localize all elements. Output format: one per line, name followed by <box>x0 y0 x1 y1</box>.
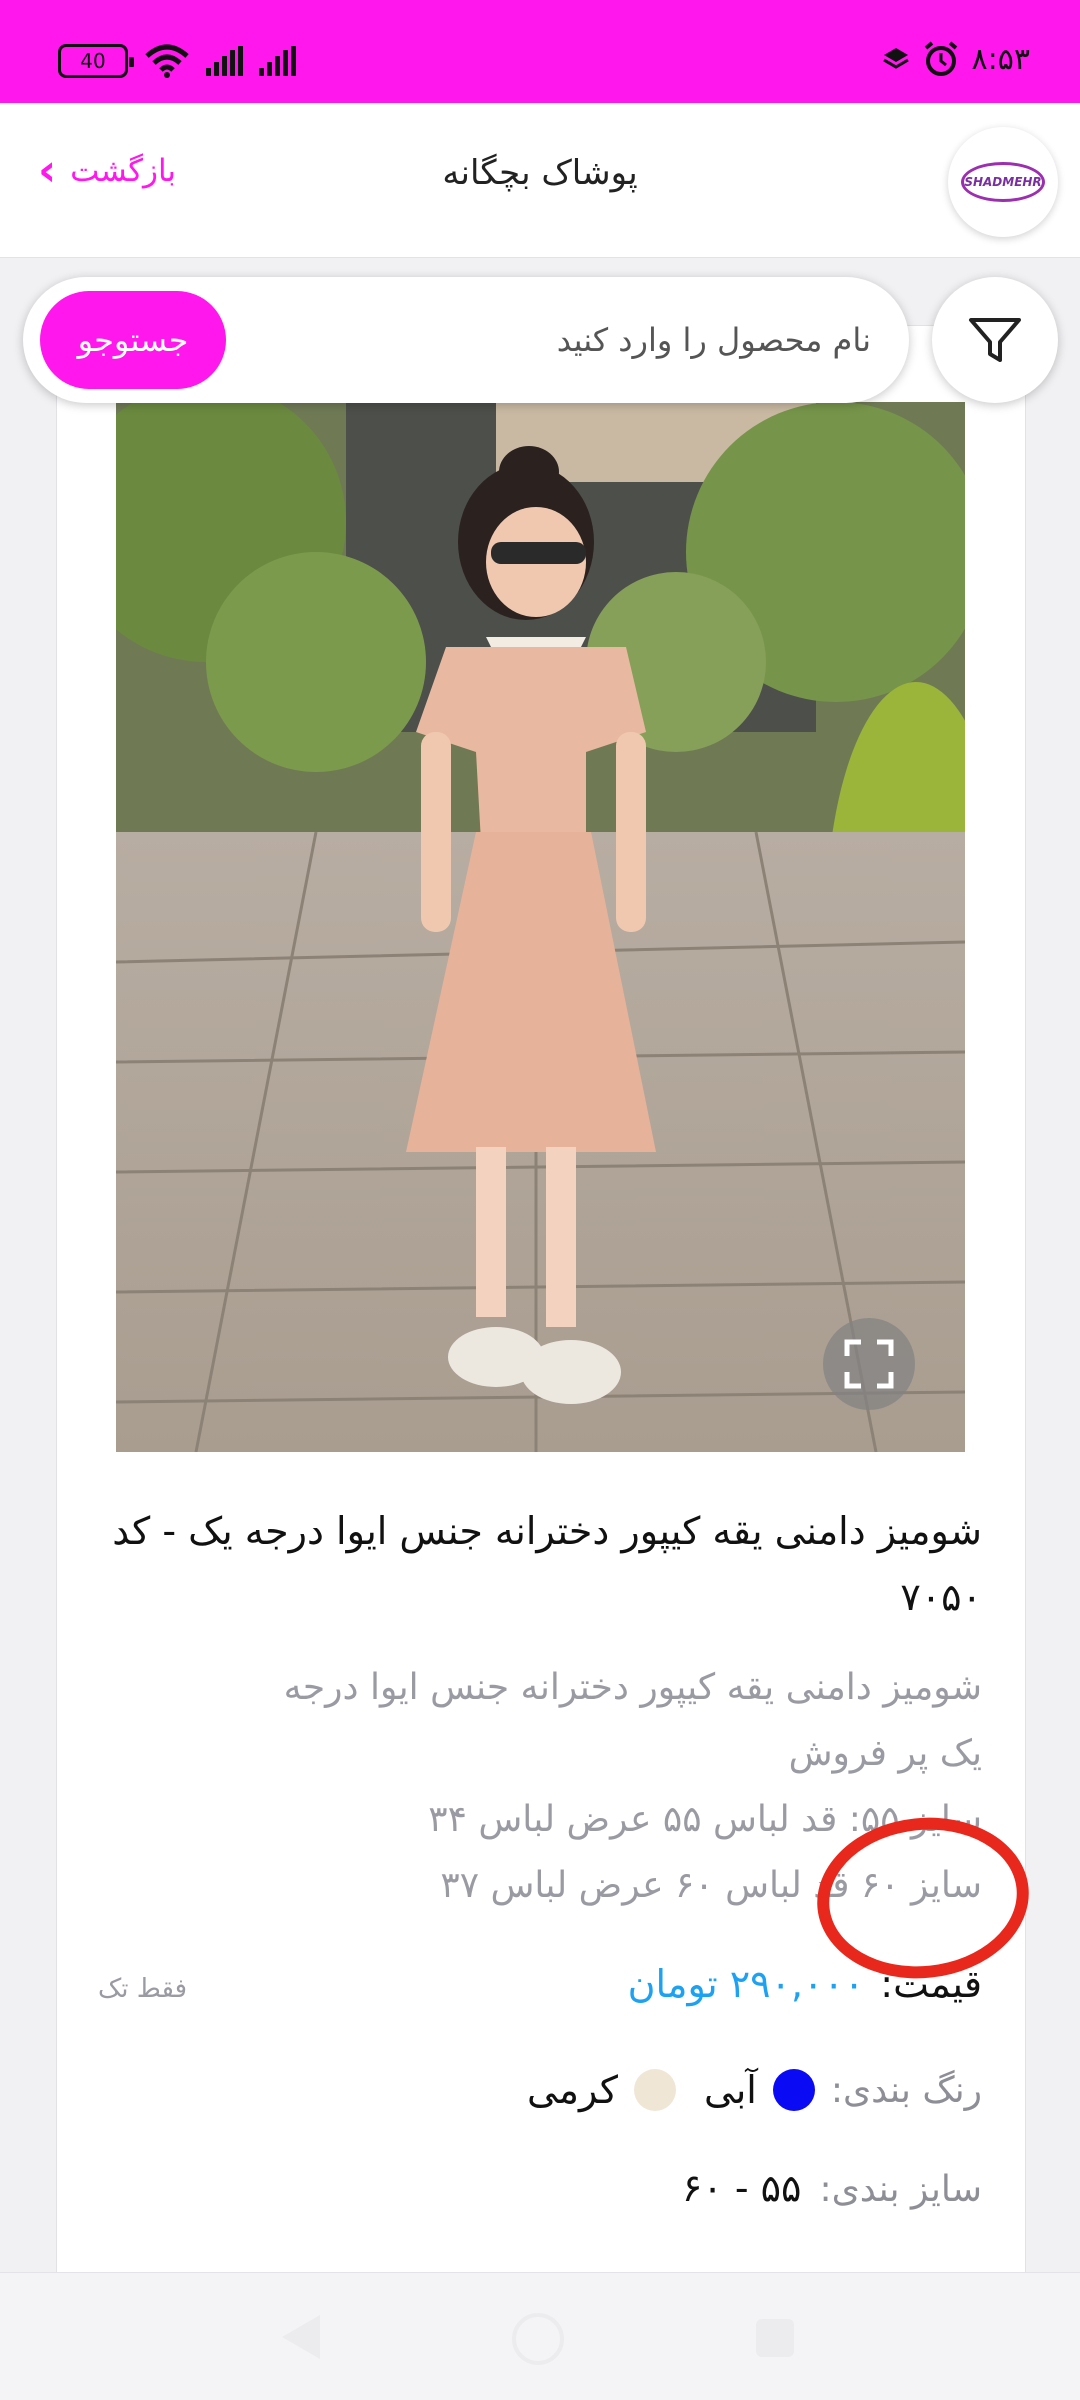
color-swatch-blue[interactable] <box>772 2069 815 2111</box>
color-options: رنگ بندی: آبی کرمی <box>515 2068 982 2112</box>
battery-icon: 40 <box>58 44 134 78</box>
search-button-label: جستوجو <box>77 321 189 359</box>
search-bar: جستوجو <box>23 277 909 403</box>
price-row: قیمت: ۲۹۰,۰۰۰ تومان <box>628 1962 982 2006</box>
wifi-icon <box>145 44 189 78</box>
price-label: قیمت: <box>880 1962 982 2006</box>
nav-recents-icon[interactable] <box>756 2319 794 2357</box>
chevron-left-icon: ‹ <box>38 145 57 196</box>
search-input[interactable] <box>271 277 871 403</box>
battery-level: 40 <box>80 49 106 73</box>
product-title: شومیز دامنی یقه کیپور دخترانه جنس ایوا د… <box>112 1509 982 1619</box>
description-line: شومیز دامنی یقه کیپور دخترانه جنس ایوا د… <box>283 1667 982 1708</box>
alarm-icon <box>924 41 957 76</box>
signal-icon <box>206 46 243 76</box>
nav-home-icon[interactable] <box>512 2313 564 2365</box>
back-label: بازگشت <box>70 153 177 189</box>
single-note: فقط تک <box>98 1974 188 2004</box>
fullscreen-icon <box>844 1339 894 1389</box>
back-button[interactable]: ‹ بازگشت <box>38 145 177 196</box>
clock: ۸:۵۳ <box>971 41 1030 77</box>
color-name-cream: کرمی <box>526 2068 619 2112</box>
app-header: SHADMEHR پوشاک بچگانه ‹ بازگشت <box>0 103 1080 258</box>
system-nav-bar <box>0 2272 1080 2400</box>
filter-button[interactable] <box>932 277 1058 403</box>
description-line: یک پر فروش <box>788 1733 982 1774</box>
layers-icon <box>882 48 909 69</box>
size-label: سایز بندی: <box>819 2169 982 2210</box>
search-button[interactable]: جستوجو <box>40 291 226 389</box>
fullscreen-button[interactable] <box>823 1318 915 1410</box>
size-value: ۵۵ - ۶۰ <box>681 2166 802 2210</box>
status-bar: 40 ۸:۵۳ <box>0 0 1080 103</box>
color-name-blue: آبی <box>704 2068 757 2112</box>
product-image[interactable] <box>116 402 965 1452</box>
nav-back-icon[interactable] <box>282 2315 320 2359</box>
color-swatch-cream[interactable] <box>634 2069 677 2111</box>
status-left: 40 <box>58 44 296 78</box>
size-options: سایز بندی: ۵۵ - ۶۰ <box>682 2166 982 2210</box>
status-right: ۸:۵۳ <box>882 40 1030 78</box>
filter-icon <box>969 318 1021 362</box>
color-label: رنگ بندی: <box>830 2069 982 2111</box>
price-value: ۲۹۰,۰۰۰ تومان <box>627 1962 865 2006</box>
signal-icon-2 <box>259 46 296 76</box>
